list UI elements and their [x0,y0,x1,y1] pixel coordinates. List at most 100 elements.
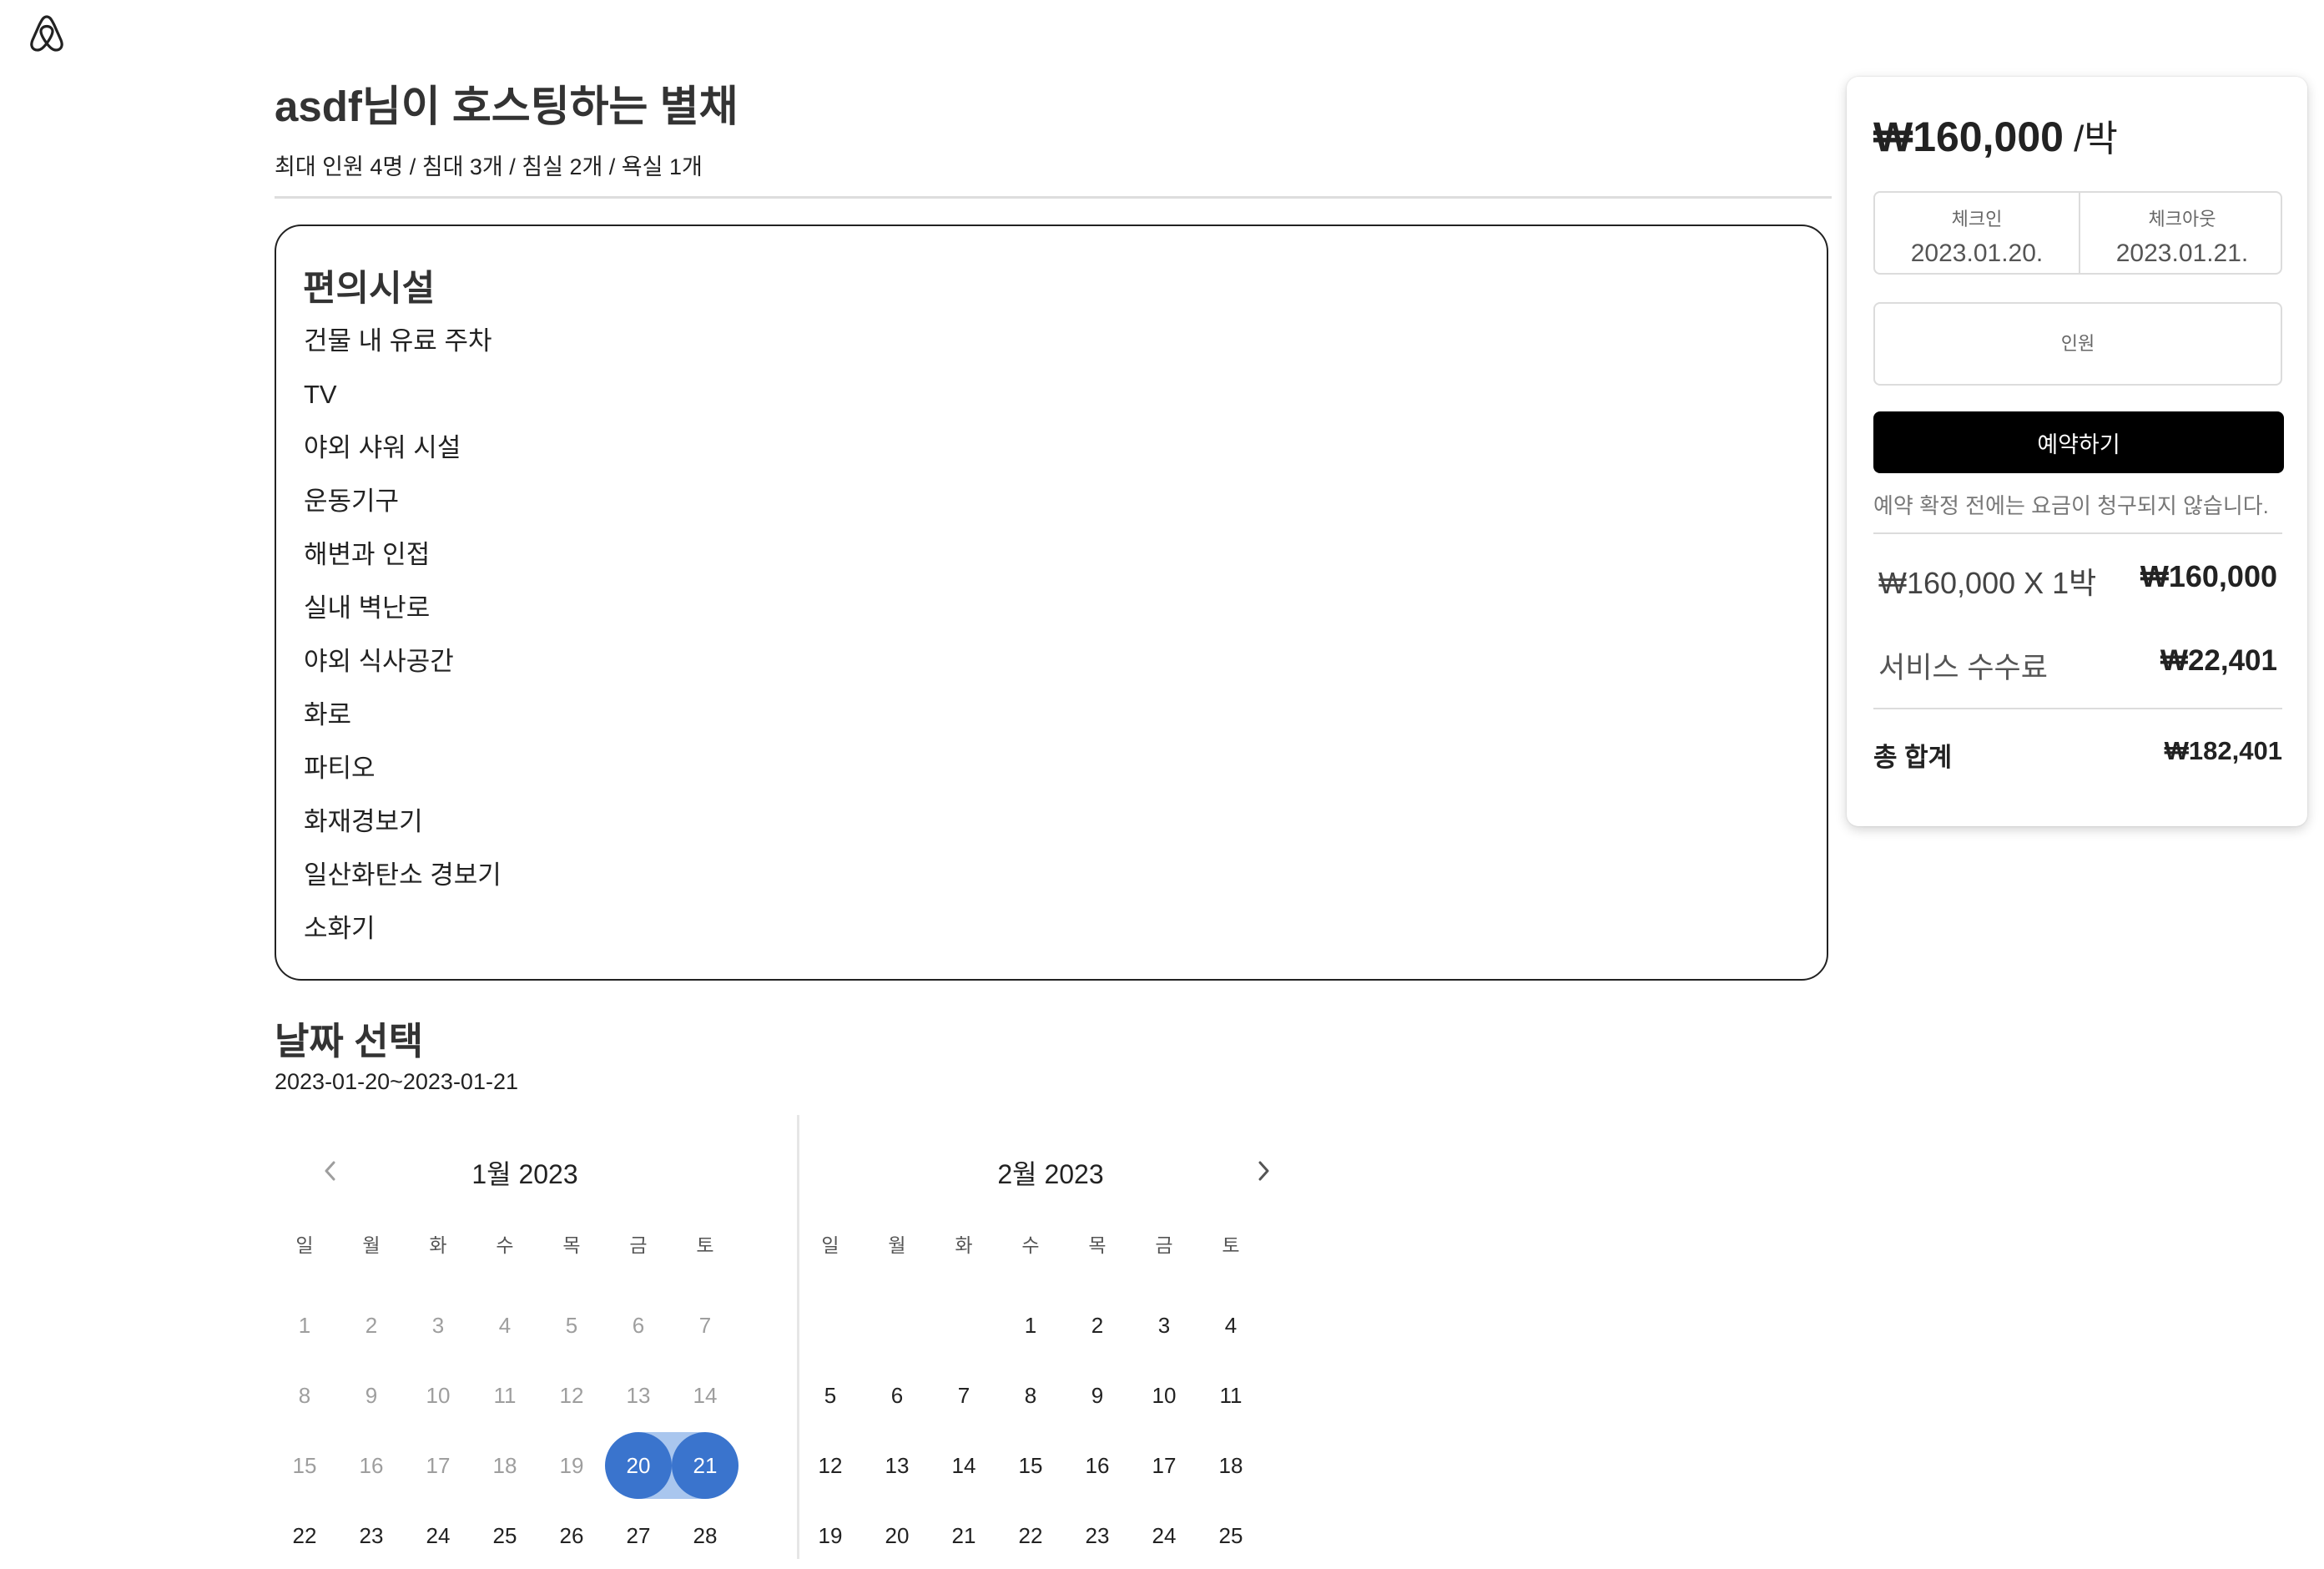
calendar-day[interactable]: 21 [930,1502,997,1569]
service-fee-label: 서비스 수수료 [1878,652,2048,684]
price-unit: /박 [2063,119,2118,159]
calendar-day[interactable]: 26 [538,1502,605,1569]
calendar-day[interactable]: 13 [864,1432,930,1499]
amenity-item: 운동기구 [304,487,400,516]
calendar-day[interactable]: 15 [271,1432,338,1499]
calendar-day[interactable]: 12 [538,1362,605,1429]
nightly-cost-label: ₩160,000 X 1박 [1878,566,2097,600]
calendar-day[interactable]: 18 [1197,1432,1264,1499]
calendar-day[interactable]: 14 [672,1362,739,1429]
calendar-day[interactable]: 9 [1064,1362,1131,1429]
nightly-price: ₩160,000 /박 [1873,108,2118,162]
calendar-day[interactable]: 19 [538,1432,605,1499]
amenity-item: 파티오 [304,754,376,783]
calendar-day[interactable]: 6 [605,1292,672,1359]
weekday-label: 토 [1222,1234,1240,1256]
calendar-day[interactable]: 8 [997,1362,1064,1429]
divider [275,196,1832,199]
nightly-cost-value: ₩160,000 [2140,559,2277,593]
calendar-day[interactable]: 20 [864,1502,930,1569]
checkin-field[interactable]: 체크인 2023.01.20. [1875,193,2079,273]
divider [1873,532,2282,534]
calendar-day-selected[interactable]: 20 [605,1432,672,1499]
month-title: 1월 2023 [471,1159,578,1189]
calendar-day[interactable]: 3 [1131,1292,1197,1359]
weekday-label: 목 [562,1234,581,1256]
calendar-day[interactable]: 25 [471,1502,538,1569]
amenity-item: 야외 식사공간 [304,647,454,676]
date-select-heading: 날짜 선택 [275,1020,424,1062]
calendar-day[interactable]: 16 [1064,1432,1131,1499]
total-label: 총 합계 [1873,743,1953,772]
date-picker-field[interactable]: 체크인 2023.01.20. 체크아웃 2023.01.21. [1873,191,2282,275]
selected-date-range: 2023-01-20~2023-01-21 [275,1069,518,1094]
guests-field[interactable]: 인원 [1873,302,2282,386]
no-charge-notice: 예약 확정 전에는 요금이 청구되지 않습니다. [1873,493,2269,518]
weekday-label: 목 [1088,1234,1107,1256]
calendar-day[interactable]: 12 [797,1432,864,1499]
weekday-label: 일 [821,1234,839,1256]
calendar-day[interactable]: 10 [1131,1362,1197,1429]
calendar-day[interactable]: 11 [1197,1362,1264,1429]
weekday-label: 월 [888,1234,906,1256]
weekday-label: 금 [629,1234,648,1256]
calendar-day[interactable]: 11 [471,1362,538,1429]
calendar-day[interactable]: 2 [338,1292,405,1359]
calendar-day[interactable]: 4 [471,1292,538,1359]
airbnb-logo-icon[interactable] [28,13,65,53]
calendar-day[interactable]: 28 [672,1502,739,1569]
calendar-day[interactable]: 5 [538,1292,605,1359]
checkout-field[interactable]: 체크아웃 2023.01.21. [2079,193,2284,273]
calendar-day[interactable]: 19 [797,1502,864,1569]
calendar-day-selected[interactable]: 21 [672,1432,739,1499]
amenities-panel: 편의시설 건물 내 유료 주차 TV 야외 샤워 시설 운동기구 해변과 인접 … [275,225,1828,981]
weekday-label: 일 [295,1234,314,1256]
checkout-label: 체크아웃 [2148,209,2216,230]
listing-title: asdf님이 호스팅하는 별채 [275,83,739,130]
calendar-day[interactable]: 13 [605,1362,672,1429]
calendar-day[interactable]: 17 [1131,1432,1197,1499]
calendar-day[interactable]: 7 [930,1362,997,1429]
calendar-day[interactable]: 3 [405,1292,471,1359]
calendar-day[interactable]: 24 [405,1502,471,1569]
calendar-day[interactable]: 10 [405,1362,471,1429]
calendar-day[interactable]: 7 [672,1292,739,1359]
calendar-day[interactable]: 25 [1197,1502,1264,1569]
calendar-day[interactable]: 14 [930,1432,997,1499]
month-title: 2월 2023 [997,1159,1104,1189]
date-range-calendar: 1월 2023 일 월 화 수 목 금 토 1 2 3 4 5 6 7 8 9 10 11 12 13 1… [275,1115,1301,1559]
calendar-day[interactable]: 16 [338,1432,405,1499]
calendar-day[interactable]: 6 [864,1362,930,1429]
amenity-item: TV [304,380,337,409]
calendar-day[interactable]: 27 [605,1502,672,1569]
price-amount: ₩160,000 [1873,114,2064,160]
calendar-day[interactable]: 8 [271,1362,338,1429]
calendar-day[interactable]: 1 [271,1292,338,1359]
amenity-item: 실내 벽난로 [304,593,431,623]
calendar-day[interactable]: 4 [1197,1292,1264,1359]
calendar-day[interactable]: 22 [997,1502,1064,1569]
weekday-label: 수 [1021,1234,1040,1256]
calendar-day[interactable]: 23 [338,1502,405,1569]
calendar-day[interactable]: 9 [338,1362,405,1429]
weekday-label: 화 [429,1234,447,1256]
booking-card: ₩160,000 /박 체크인 2023.01.20. 체크아웃 2023.01… [1847,77,2307,826]
calendar-day[interactable]: 1 [997,1292,1064,1359]
divider [1873,708,2282,709]
weekday-label: 화 [955,1234,973,1256]
weekday-label: 금 [1155,1234,1173,1256]
calendar-day[interactable]: 24 [1131,1502,1197,1569]
listing-capacity: 최대 인원 4명 / 침대 3개 / 침실 2개 / 욕실 1개 [275,154,703,179]
reserve-button[interactable]: 예약하기 [1873,411,2284,473]
checkin-label: 체크인 [1951,209,2003,230]
amenity-item: 화재경보기 [304,807,423,836]
calendar-day[interactable]: 15 [997,1432,1064,1499]
calendar-day[interactable]: 23 [1064,1502,1131,1569]
amenities-heading: 편의시설 [303,269,436,309]
calendar-day[interactable]: 22 [271,1502,338,1569]
calendar-day[interactable]: 5 [797,1362,864,1429]
calendar-day[interactable]: 18 [471,1432,538,1499]
amenity-item: 소화기 [304,914,376,943]
calendar-day[interactable]: 2 [1064,1292,1131,1359]
calendar-day[interactable]: 17 [405,1432,471,1499]
